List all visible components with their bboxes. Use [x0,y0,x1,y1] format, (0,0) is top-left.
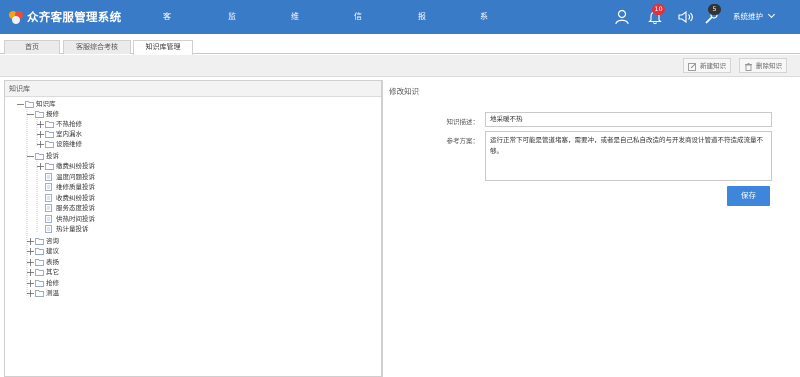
nav-item-service-center[interactable]: 客服中心 [163,0,171,154]
folder-open-icon [25,100,34,108]
tree-node-label: 知识库 [36,100,56,108]
nav-item-info-management[interactable]: 信息管理 [354,0,362,154]
save-button[interactable]: 保存 [727,186,770,206]
document-icon [45,183,52,191]
folder-icon [35,268,44,276]
new-knowledge-button[interactable]: 新建知识 [683,58,731,73]
notification-count-badge: 10 [652,4,665,15]
delete-knowledge-label: 删除知识 [756,62,782,70]
collapse-icon[interactable] [27,153,34,160]
nav-item-monitor-center[interactable]: 监控中心 [228,0,236,154]
folder-icon [45,130,54,138]
volume-icon[interactable] [677,10,695,24]
expand-icon[interactable] [37,121,44,128]
tree-node-label: 不热抢修 [56,120,82,128]
folder-icon [35,237,44,245]
edit-knowledge-panel: 修改知识 知识描述： 地采暖不热 参考方案： 运行正常下可能是管道堵塞，需要冲，… [383,80,800,377]
tree-node-label: 热计量投诉 [56,225,89,233]
tree-node-label: 收费纠纷投诉 [56,194,95,202]
folder-icon [35,289,44,297]
reference-plan-textarea[interactable]: 运行正常下可能是管道堵塞，需要冲，或者是自己私自改造的与开发商设计管道不符造成流… [485,131,772,181]
document-icon [45,173,52,181]
description-label: 知识描述： [446,118,480,126]
tree-node-label: 维修质量投诉 [56,183,95,191]
top-nav-bar: 众齐客服管理系统 客服中心 监控中心 维修中心 信息管理 报表中心 系统设置 1… [0,0,800,154]
collapse-icon[interactable] [27,111,34,118]
folder-open-icon [35,152,44,160]
tab-knowledge-base[interactable]: 知识库管理 [133,40,193,55]
nav-item-report-center[interactable]: 报表中心 [418,0,426,154]
tab-service-assessment[interactable]: 客服综合考核 [63,40,131,54]
tree-panel-header: 知识库 [5,81,381,97]
folder-icon [45,140,54,148]
tab-strip: 首页 客服综合考核 知识库管理 [0,38,800,55]
expand-icon[interactable] [27,238,34,245]
app-title: 众齐客服管理系统 [27,10,122,24]
tree-node-label: 投诉 [46,152,59,160]
delete-knowledge-button[interactable]: 删除知识 [739,58,787,73]
tree-node-label: 抢修 [46,279,59,287]
collapse-icon[interactable] [17,101,24,108]
chevron-down-icon [768,10,776,19]
tree-node-label: 报修 [46,110,59,118]
tab-label: 首页 [25,43,39,51]
tree-node-label: 室内漏水 [56,130,82,138]
folder-icon [35,279,44,287]
expand-icon[interactable] [37,163,44,170]
expand-icon[interactable] [27,280,34,287]
tab-home[interactable]: 首页 [4,40,60,54]
description-input[interactable]: 地采暖不热 [485,112,772,127]
logo-icon [8,9,24,25]
document-icon [45,215,52,223]
edit-icon [688,62,697,71]
new-knowledge-label: 新建知识 [700,62,726,70]
app-logo[interactable]: 众齐客服管理系统 [8,8,121,26]
document-icon [45,194,52,202]
expand-icon[interactable] [37,141,44,148]
tree-node-label: 建议 [46,247,59,255]
tab-label: 客服综合考核 [76,43,118,51]
tree-node-label: 供热时间投诉 [56,215,95,223]
tree-node-label: 温度问题投诉 [56,173,95,181]
tree-node-label: 表扬 [46,258,59,266]
reference-plan-label: 参考方案： [446,137,480,145]
toolbar: 新建知识 删除知识 [0,55,800,77]
expand-icon[interactable] [37,131,44,138]
tree-node-label: 测温 [46,289,59,297]
tools-count-badge: 5 [708,4,721,15]
expand-icon[interactable] [27,290,34,297]
document-icon [45,225,52,233]
nav-item-repair-center[interactable]: 维修中心 [291,0,299,154]
folder-icon [35,258,44,266]
tree-node-label: 其它 [46,268,59,276]
nav-item-system-settings[interactable]: 系统设置 [480,0,488,154]
folder-icon [45,120,54,128]
user-menu-label: 系统维护 [733,12,763,21]
expand-icon[interactable] [27,248,34,255]
section-title: 修改知识 [389,87,419,96]
trash-icon [744,62,753,71]
user-menu[interactable]: 系统维护 [733,0,776,34]
folder-open-icon [35,110,44,118]
knowledge-tree-panel: 知识库 知识库 报修 不热抢修 室内漏水 设施维修 投诉 缴费纠纷投诉 温度问题… [4,80,382,377]
tree-node-label: 咨询 [46,237,59,245]
document-icon [45,204,52,212]
tree-node-label: 缴费纠纷投诉 [56,162,95,170]
expand-icon[interactable] [27,259,34,266]
tree-node-label: 设施维修 [56,140,82,148]
folder-icon [45,162,54,170]
user-icon[interactable] [614,9,630,25]
folder-icon [35,247,44,255]
tree-node-label: 服务态度投诉 [56,204,95,212]
tab-label: 知识库管理 [145,43,181,51]
expand-icon[interactable] [27,269,34,276]
